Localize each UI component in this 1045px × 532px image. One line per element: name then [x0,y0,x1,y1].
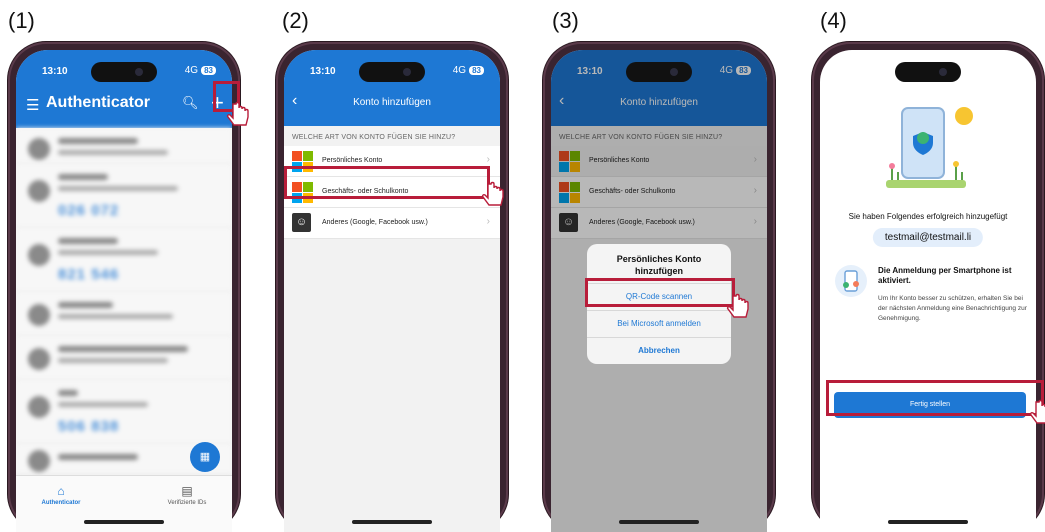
phone-4: Sie haben Folgendes erfolgreich hinzugef… [812,42,1045,532]
network-label: 4G [184,65,199,76]
dynamic-island [895,62,961,82]
list-item[interactable] [16,292,232,337]
list-item[interactable]: 821 546 [16,228,232,293]
step-label-3: (3) [552,8,579,33]
highlight-finish [826,380,1044,416]
account-email-badge: testmail@testmail.li [872,228,984,247]
authenticator-screen: 13:10 4G 83 ☰ Authenticator 🔍︎ + 026 072 … [16,50,232,532]
list-item[interactable] [16,128,232,165]
section-header: WELCHE ART VON KONTO FÜGEN SIE HINZU? [292,134,456,141]
person-icon: ☺ [292,213,311,232]
success-message: Sie haben Folgendes erfolgreich hinzugef… [848,212,1008,221]
list-item[interactable]: 026 072 [16,164,232,229]
qr-scan-icon[interactable]: ▦ [190,442,220,472]
step-label-1: (1) [8,8,35,33]
phone-3: 13:10 4G 83 ‹ Konto hinzufügen WELCHE ART… [543,42,775,532]
phone-notification-icon [835,265,867,297]
tap-hand-icon [226,101,249,126]
tap-hand-icon [1029,399,1045,424]
add-account-screen: 13:10 4G 83 ‹ Konto hinzufügen WELCHE ART… [284,50,500,532]
dynamic-island [626,62,692,82]
app-title: Authenticator [46,94,150,111]
highlight-work-account [284,166,490,199]
tap-hand-icon [726,293,749,318]
phone-1: 13:10 4G 83 ☰ Authenticator 🔍︎ + 026 072 … [8,42,249,532]
phone-security-illustration [886,107,973,188]
chevron-right-icon: › [486,154,490,165]
success-screen: Sie haben Folgendes erfolgreich hinzugef… [820,50,1036,532]
home-icon: ⌂ [57,484,65,498]
list-item[interactable] [16,336,232,381]
highlight-scan-qr [585,278,735,307]
otp-code: 821 546 [58,266,120,283]
status-time: 13:10 [310,66,336,77]
search-icon[interactable]: 🔍︎ [182,95,199,111]
option-other-account[interactable]: ☺ Anderes (Google, Facebook usw.) › [284,208,500,239]
otp-code: 026 072 [58,202,120,219]
tab-verified-ids[interactable]: ▤ Verifizierte IDs [152,484,222,506]
home-indicator [888,520,968,524]
otp-code: 506 838 [58,418,120,435]
dynamic-island [359,62,425,82]
hamburger-menu-icon[interactable]: ☰ [26,96,39,114]
phone-signin-description: Um Ihr Konto besser zu schützen, erhalte… [878,295,1027,322]
home-indicator [619,520,699,524]
list-item[interactable]: 506 838 [16,380,232,445]
phone-signin-heading: Die Anmeldung per Smartphone ist aktivie… [878,266,1012,285]
id-card-icon: ▤ [181,484,193,498]
nav-title: Konto hinzufügen [353,97,431,108]
dynamic-island [91,62,157,82]
tap-hand-icon [481,181,504,206]
home-indicator [352,520,432,524]
status-time: 13:10 [42,66,68,77]
battery-badge: 83 [201,66,216,75]
microsoft-signin-button[interactable]: Bei Microsoft anmelden [587,310,731,337]
phone-2: 13:10 4G 83 ‹ Konto hinzufügen WELCHE ART… [276,42,508,532]
home-indicator [84,520,164,524]
step-label-2: (2) [282,8,309,33]
cancel-button[interactable]: Abbrechen [587,337,731,364]
chevron-right-icon: › [486,216,490,227]
step-label-4: (4) [820,8,847,33]
tab-authenticator[interactable]: ⌂ Authenticator [26,484,96,506]
